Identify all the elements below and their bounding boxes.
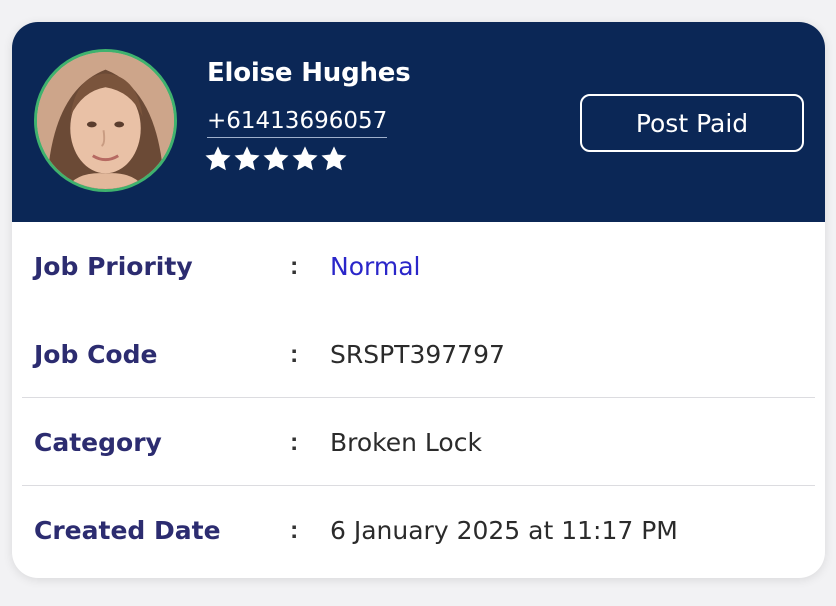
job-priority-value: Normal (330, 251, 421, 281)
detail-row-job-code: Job Code : SRSPT397797 (22, 310, 815, 398)
detail-label: Job Code (34, 339, 158, 369)
post-paid-button[interactable]: Post Paid (580, 94, 804, 152)
star-icon (321, 146, 347, 171)
detail-label: Category (34, 427, 162, 457)
job-details: Job Priority : Normal Job Code : SRSPT39… (12, 222, 825, 574)
detail-row-created-date: Created Date : 6 January 2025 at 11:17 P… (12, 486, 825, 574)
detail-row-category: Category : Broken Lock (22, 398, 815, 486)
detail-label: Created Date (34, 515, 221, 545)
detail-label: Job Priority (34, 251, 193, 281)
avatar-portrait (37, 52, 174, 189)
customer-rating (205, 146, 347, 172)
detail-separator: : (290, 339, 299, 368)
job-card: Eloise Hughes +61413696057 Post Paid Job… (12, 22, 825, 578)
star-icon (292, 146, 318, 171)
customer-phone-link[interactable]: +61413696057 (207, 108, 388, 138)
category-value: Broken Lock (330, 427, 482, 457)
detail-row-job-priority: Job Priority : Normal (12, 222, 825, 310)
customer-header: Eloise Hughes +61413696057 Post Paid (12, 22, 825, 222)
star-icon (205, 146, 231, 171)
customer-name: Eloise Hughes (207, 58, 411, 88)
customer-avatar (34, 49, 177, 192)
detail-separator: : (290, 427, 299, 456)
created-date-value: 6 January 2025 at 11:17 PM (330, 515, 678, 545)
star-icon (263, 146, 289, 171)
job-code-value: SRSPT397797 (330, 339, 505, 369)
star-icon (234, 146, 260, 171)
detail-separator: : (290, 515, 299, 544)
detail-separator: : (290, 251, 299, 280)
